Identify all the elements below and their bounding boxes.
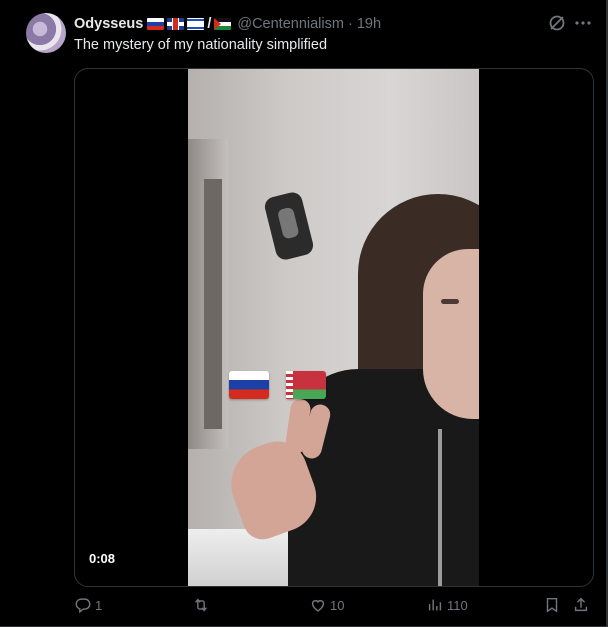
avatar[interactable] bbox=[26, 13, 66, 53]
tweet-actions: 1 10 110 bbox=[74, 596, 594, 618]
retweet-icon bbox=[195, 598, 207, 612]
more-icon[interactable] bbox=[573, 13, 593, 33]
video-duration: 0:08 bbox=[89, 551, 116, 566]
palestine-flag-icon bbox=[214, 18, 232, 30]
bookmark-button[interactable] bbox=[543, 596, 561, 614]
video-door-edge bbox=[204, 179, 222, 429]
video-frame[interactable] bbox=[188, 69, 479, 586]
reply-count: 1 bbox=[95, 597, 103, 613]
views-icon bbox=[428, 599, 442, 611]
like-icon bbox=[311, 599, 325, 612]
share-icon bbox=[574, 597, 588, 612]
tweet-header: Odysseus / @Centennialism · 19h bbox=[74, 14, 381, 34]
retweet-button[interactable] bbox=[192, 596, 213, 614]
video-player[interactable]: 0:08 bbox=[74, 68, 594, 587]
flag-slash: / bbox=[207, 16, 212, 32]
israel-flag-icon bbox=[187, 18, 205, 30]
video-person-face bbox=[423, 249, 479, 419]
like-button[interactable]: 10 bbox=[309, 596, 344, 614]
grok-icon[interactable] bbox=[547, 13, 567, 33]
share-button[interactable] bbox=[572, 596, 590, 614]
timestamp[interactable]: 19h bbox=[357, 16, 381, 32]
video-wall-lamp bbox=[262, 190, 316, 262]
reply-button[interactable]: 1 bbox=[74, 596, 102, 614]
uk-flag-icon bbox=[167, 18, 185, 30]
name-flags: / bbox=[147, 16, 234, 32]
like-count: 10 bbox=[330, 597, 345, 613]
belarus-flag-icon bbox=[286, 371, 326, 399]
views-button[interactable]: 110 bbox=[426, 596, 468, 614]
display-name[interactable]: Odysseus bbox=[74, 16, 143, 32]
user-handle[interactable]: @Centennialism bbox=[237, 16, 344, 32]
bookmark-icon bbox=[546, 597, 558, 613]
view-count: 110 bbox=[447, 597, 468, 613]
reply-icon bbox=[75, 598, 91, 614]
video-hoodie-zipper bbox=[438, 429, 442, 586]
russia-flag-icon bbox=[147, 18, 165, 30]
tweet-text: The mystery of my nationality simplified bbox=[74, 37, 328, 53]
separator-dot: · bbox=[347, 16, 353, 32]
russia-flag-icon bbox=[229, 371, 269, 399]
